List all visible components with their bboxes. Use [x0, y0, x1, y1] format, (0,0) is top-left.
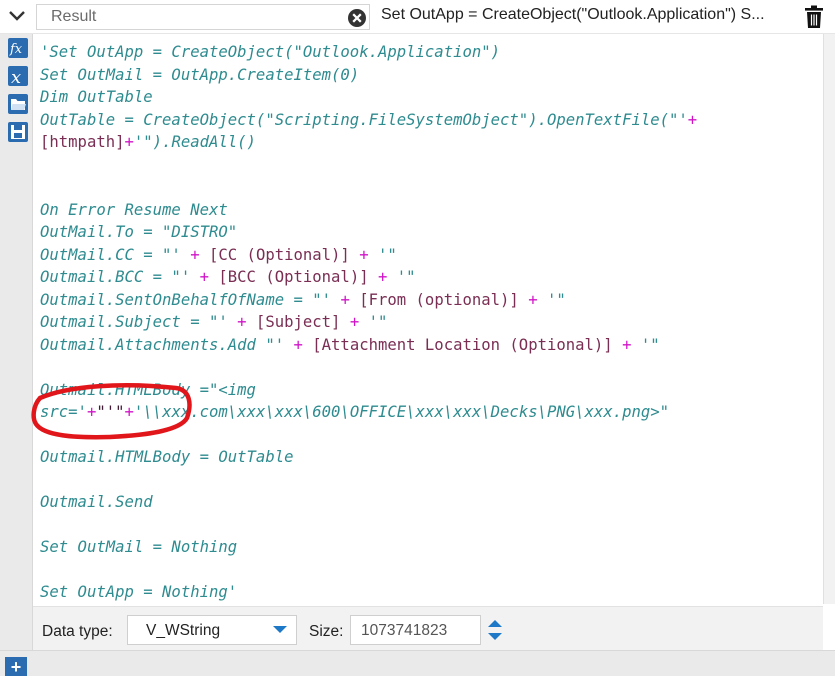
size-input[interactable]: 1073741823 [350, 615, 481, 645]
code-token: Outmail.Subject = "' [40, 313, 238, 331]
folder-open-icon[interactable] [8, 94, 28, 114]
code-token: + [190, 245, 200, 264]
code-token: Outmail.Send [40, 493, 153, 511]
expression-preview: Set OutApp = CreateObject("Outlook.Appli… [381, 6, 765, 23]
code-token: 'Set OutApp = CreateObject("Outlook.Appl… [40, 43, 501, 61]
code-token: + [687, 110, 698, 129]
code-line: [htmpath]+'").ReadAll() [40, 132, 256, 152]
editor-scrollbar[interactable] [823, 34, 835, 604]
code-token: '" [631, 335, 660, 354]
code-token: Dim OutTable [40, 88, 153, 106]
trash-icon[interactable] [803, 5, 825, 29]
code-token: + [237, 313, 247, 331]
code-token: + [124, 133, 134, 151]
code-line: Outmail.HTMLBody ="<img [40, 380, 256, 400]
code-token: Outmail.SentOnBehalfOfName = "' [40, 290, 341, 309]
code-token: "'" [96, 403, 125, 421]
code-token: [From (optional)] [349, 290, 529, 309]
code-token: Set OutMail = Nothing [40, 538, 238, 556]
code-line: Outmail.Subject = "' + [Subject] + '" [40, 312, 387, 332]
code-line: On Error Resume Next [40, 200, 228, 220]
save-disk-icon[interactable] [8, 122, 28, 142]
code-token: Outmail.HTMLBody = OutTable [40, 448, 294, 466]
code-token: OutMail.CC = "' [40, 245, 191, 264]
code-token: [Subject] [246, 313, 350, 331]
code-token: Outmail.BCC = "' [40, 268, 200, 286]
code-line: 'Set OutApp = CreateObject("Outlook.Appl… [40, 42, 500, 62]
x-variable-icon[interactable]: x [8, 66, 28, 86]
code-token: + [199, 268, 209, 286]
code-line: src='+"'"+'\\xxx.com\xxx\xxx\600\OFFICE\… [40, 402, 669, 422]
code-line: Outmail.Attachments.Add "' + [Attachment… [40, 335, 660, 355]
code-token: + [340, 290, 350, 309]
plus-icon[interactable]: + [5, 657, 27, 676]
code-line: OutMail.To = "DISTRO" [40, 222, 237, 242]
code-token: '" [359, 313, 388, 331]
chevron-down-icon[interactable] [6, 6, 28, 26]
code-token: '\\xxx.com\xxx\xxx\600\OFFICE\xxx\xxx\De… [133, 403, 670, 421]
clear-circle-x-icon[interactable] [347, 8, 367, 28]
code-token: '").ReadAll() [133, 133, 256, 151]
code-token: '" [387, 268, 416, 286]
code-token: Outmail.HTMLBody ="<img [40, 380, 256, 399]
code-token: + [349, 313, 360, 331]
code-token: + [86, 403, 97, 421]
code-token: Set OutMail = OutApp.CreateItem(0) [40, 65, 360, 84]
code-token: [CC (Optional)] [199, 245, 360, 264]
code-line: Set OutApp = Nothing' [40, 582, 237, 602]
data-type-row: Data type: V_WString Size: 1073741823 [33, 606, 823, 650]
expression-editor[interactable]: 'Set OutApp = CreateObject("Outlook.Appl… [33, 34, 823, 606]
data-type-label: Data type: [42, 623, 113, 640]
code-token: Set OutApp = Nothing' [40, 583, 238, 601]
data-type-select[interactable]: V_WString [127, 615, 297, 645]
code-token: [BCC (Optional)] [209, 268, 378, 286]
code-line: Dim OutTable [40, 87, 153, 107]
code-token: OutTable = CreateObject("Scripting.FileS… [40, 110, 688, 129]
code-token: + [378, 268, 388, 286]
code-line: Outmail.SentOnBehalfOfName = "' + [From … [40, 290, 566, 310]
code-token: '" [537, 290, 566, 309]
code-line: OutMail.CC = "' + [CC (Optional)] + '" [40, 245, 397, 265]
code-token: '" [368, 245, 397, 264]
code-token: + [359, 245, 369, 264]
code-line: Outmail.Send [40, 492, 153, 512]
code-token: + [124, 403, 134, 421]
code-line: Outmail.BCC = "' + [BCC (Optional)] + '" [40, 267, 416, 287]
code-line: Outmail.HTMLBody = OutTable [40, 447, 293, 467]
code-token: + [528, 290, 538, 309]
formula-header: Result Set OutApp = CreateObject("Outloo… [0, 0, 835, 34]
size-label: Size: [309, 623, 344, 640]
tool-strip: fx x [0, 34, 33, 650]
code-line: OutTable = CreateObject("Scripting.FileS… [40, 110, 697, 130]
output-column-name-input[interactable]: Result [36, 4, 370, 30]
size-stepper[interactable] [483, 615, 507, 645]
code-token: + [293, 335, 303, 354]
code-token: [htmpath] [40, 133, 125, 151]
code-line: Set OutMail = OutApp.CreateItem(0) [40, 65, 359, 85]
code-token: On Error Resume Next [40, 200, 228, 219]
footer-strip: + [0, 650, 835, 676]
svg-text:fx: fx [9, 42, 23, 57]
code-token: src=' [40, 403, 87, 421]
svg-text:x: x [11, 67, 21, 86]
code-token: [Attachment Location (Optional)] [302, 335, 623, 354]
code-token: Outmail.Attachments.Add "' [40, 335, 294, 354]
code-token: OutMail.To = "DISTRO" [40, 223, 238, 241]
chevron-down-icon[interactable] [273, 626, 287, 633]
code-line: Set OutMail = Nothing [40, 537, 237, 557]
fx-function-icon[interactable]: fx [8, 38, 28, 58]
